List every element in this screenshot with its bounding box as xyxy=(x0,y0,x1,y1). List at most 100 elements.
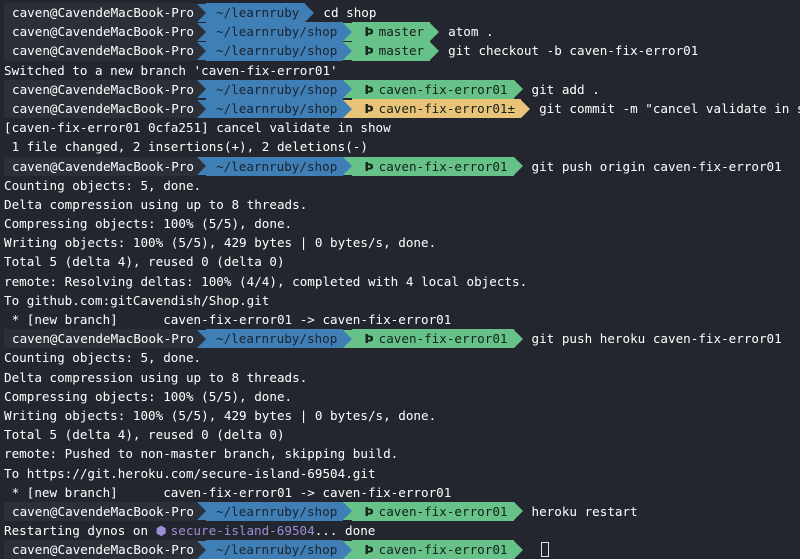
segment-end-arrow xyxy=(521,99,531,118)
output-text: 1 file changed, 2 insertions(+), 2 delet… xyxy=(4,139,368,155)
prompt-line: caven@CavendeMacBook-Pro ~/learnruby/shop… xyxy=(4,329,800,349)
command-text: cd shop xyxy=(323,5,377,20)
branch-name: master xyxy=(378,43,425,59)
git-branch-icon: Þ xyxy=(364,100,374,116)
segment-separator-arrow xyxy=(343,329,353,348)
prompt-path-segment: ~/learnruby/shop xyxy=(205,79,344,99)
prompt-path-segment: ~/learnruby/shop xyxy=(205,540,344,559)
segment-separator-arrow xyxy=(343,41,353,60)
output-line: Counting objects: 5, done. xyxy=(4,176,800,195)
prompt-path-segment: ~/learnruby/shop xyxy=(205,22,344,42)
command-text: git push origin caven-fix-error01 xyxy=(531,158,782,174)
branch-name: caven-fix-error01 xyxy=(378,542,508,558)
segment-separator-arrow xyxy=(196,80,206,99)
output-text: ... done xyxy=(314,523,376,539)
prompt-line: caven@CavendeMacBook-Pro ~/learnruby/shop… xyxy=(4,156,800,176)
output-text: * [new branch] caven-fix-error01 -> cave… xyxy=(4,312,452,327)
prompt-path-segment: ~/learnruby xyxy=(205,3,306,23)
output-line: Compressing objects: 100% (5/5), done. xyxy=(4,387,800,406)
output-line: Delta compression using up to 8 threads. xyxy=(4,195,800,214)
output-text: Counting objects: 5, done. xyxy=(4,177,202,193)
heroku-app-name: secure-island-69504 xyxy=(170,523,315,539)
output-line: * [new branch] caven-fix-error01 -> cave… xyxy=(4,310,800,329)
output-line: To https://git.heroku.com/secure-island-… xyxy=(4,464,800,483)
prompt-user-segment: caven@CavendeMacBook-Pro xyxy=(4,22,197,42)
prompt-user-segment: caven@CavendeMacBook-Pro xyxy=(4,540,197,559)
prompt-path-segment: ~/learnruby/shop xyxy=(205,156,344,176)
segment-separator-arrow xyxy=(196,540,206,559)
command-text: heroku restart xyxy=(531,503,638,519)
branch-name: master xyxy=(378,24,425,40)
output-text: Restarting dynos on xyxy=(4,523,156,539)
output-line: [caven-fix-error01 0cfa251] cancel valid… xyxy=(4,118,800,137)
output-text: Writing objects: 100% (5/5), 429 bytes |… xyxy=(4,235,437,251)
output-line: Delta compression using up to 8 threads. xyxy=(4,368,800,387)
branch-name: caven-fix-error01 xyxy=(378,158,508,174)
output-line: Writing objects: 100% (5/5), 429 bytes |… xyxy=(4,406,800,425)
prompt-branch-segment: Þcaven-fix-error01 xyxy=(352,540,514,559)
command-text: git commit -m "cancel validate in show" xyxy=(539,100,800,116)
terminal-cursor[interactable] xyxy=(540,542,549,558)
segment-separator-arrow xyxy=(196,3,206,22)
prompt-path-segment: ~/learnruby/shop xyxy=(205,329,344,349)
branch-name: caven-fix-error01 xyxy=(378,503,508,519)
segment-separator-arrow xyxy=(343,80,353,99)
segment-separator-arrow xyxy=(343,157,353,176)
output-text: Total 5 (delta 4), reused 0 (delta 0) xyxy=(4,427,285,443)
output-line: Counting objects: 5, done. xyxy=(4,348,800,367)
prompt-branch-segment: Þcaven-fix-error01 xyxy=(352,501,514,522)
command-text: git add . xyxy=(531,81,600,97)
output-line: Compressing objects: 100% (5/5), done. xyxy=(4,214,800,233)
segment-separator-arrow xyxy=(343,99,353,118)
prompt-line: caven@CavendeMacBook-Pro ~/learnruby cd sh… xyxy=(4,3,800,23)
output-text: Counting objects: 5, done. xyxy=(4,350,202,366)
segment-separator-arrow xyxy=(343,502,353,521)
hexagon-icon: ⬢ xyxy=(155,523,171,539)
segment-end-arrow xyxy=(430,22,440,41)
output-line: remote: Pushed to non-master branch, ski… xyxy=(4,444,800,463)
segment-separator-arrow xyxy=(196,502,206,521)
git-branch-icon: Þ xyxy=(364,158,374,174)
output-line: 1 file changed, 2 insertions(+), 2 delet… xyxy=(4,137,800,156)
prompt-line: caven@CavendeMacBook-Pro ~/learnruby/shop… xyxy=(4,22,800,42)
output-text: Compressing objects: 100% (5/5), done. xyxy=(4,216,293,232)
output-text: * [new branch] caven-fix-error01 -> cave… xyxy=(4,484,452,500)
git-branch-icon: Þ xyxy=(364,331,374,347)
prompt-branch-segment: Þcaven-fix-error01 xyxy=(352,79,514,99)
output-line: Total 5 (delta 4), reused 0 (delta 0) xyxy=(4,425,800,444)
prompt-line: caven@CavendeMacBook-Pro ~/learnruby/shop… xyxy=(4,41,800,61)
prompt-path-segment: ~/learnruby/shop xyxy=(205,41,344,61)
segment-separator-arrow xyxy=(196,329,206,348)
prompt-user-segment: caven@CavendeMacBook-Pro xyxy=(4,329,197,349)
output-text: Delta compression using up to 8 threads. xyxy=(4,196,308,212)
git-branch-icon: Þ xyxy=(364,43,374,59)
command-text: atom . xyxy=(448,24,494,40)
output-line: * [new branch] caven-fix-error01 -> cave… xyxy=(4,483,800,502)
prompt-branch-segment: Þcaven-fix-error01 xyxy=(352,156,514,176)
segment-separator-arrow xyxy=(196,99,206,118)
output-text: Compressing objects: 100% (5/5), done. xyxy=(4,388,293,404)
prompt-line: caven@CavendeMacBook-Pro ~/learnruby/shop… xyxy=(4,540,800,559)
output-text: Delta compression using up to 8 threads. xyxy=(4,369,308,385)
prompt-user-segment: caven@CavendeMacBook-Pro xyxy=(4,79,197,99)
command-text: git checkout -b caven-fix-error01 xyxy=(448,43,699,59)
output-text: remote: Resolving deltas: 100% (4/4), co… xyxy=(4,273,528,289)
output-text: Switched to a new branch 'caven-fix-erro… xyxy=(4,62,338,78)
branch-name: caven-fix-error01 xyxy=(378,331,508,347)
git-branch-icon: Þ xyxy=(364,503,374,519)
terminal-window[interactable]: caven@CavendeMacBook-Pro ~/learnruby cd sh… xyxy=(0,0,800,559)
git-branch-icon: Þ xyxy=(364,24,374,40)
output-text: Writing objects: 100% (5/5), 429 bytes |… xyxy=(4,407,437,423)
output-line: Writing objects: 100% (5/5), 429 bytes |… xyxy=(4,233,800,252)
segment-end-arrow xyxy=(305,3,315,22)
git-branch-icon: Þ xyxy=(364,542,374,558)
segment-end-arrow xyxy=(513,157,523,176)
output-text: remote: Pushed to non-master branch, ski… xyxy=(4,446,399,462)
output-line: Switched to a new branch 'caven-fix-erro… xyxy=(4,61,800,80)
prompt-user-segment: caven@CavendeMacBook-Pro xyxy=(4,98,197,119)
segment-end-arrow xyxy=(513,502,523,521)
prompt-path-segment: ~/learnruby/shop xyxy=(205,98,344,119)
output-line: To github.com:gitCavendish/Shop.git xyxy=(4,291,800,310)
prompt-line: caven@CavendeMacBook-Pro ~/learnruby/shop… xyxy=(4,98,800,119)
prompt-branch-segment: Þcaven-fix-error01 xyxy=(352,329,514,349)
